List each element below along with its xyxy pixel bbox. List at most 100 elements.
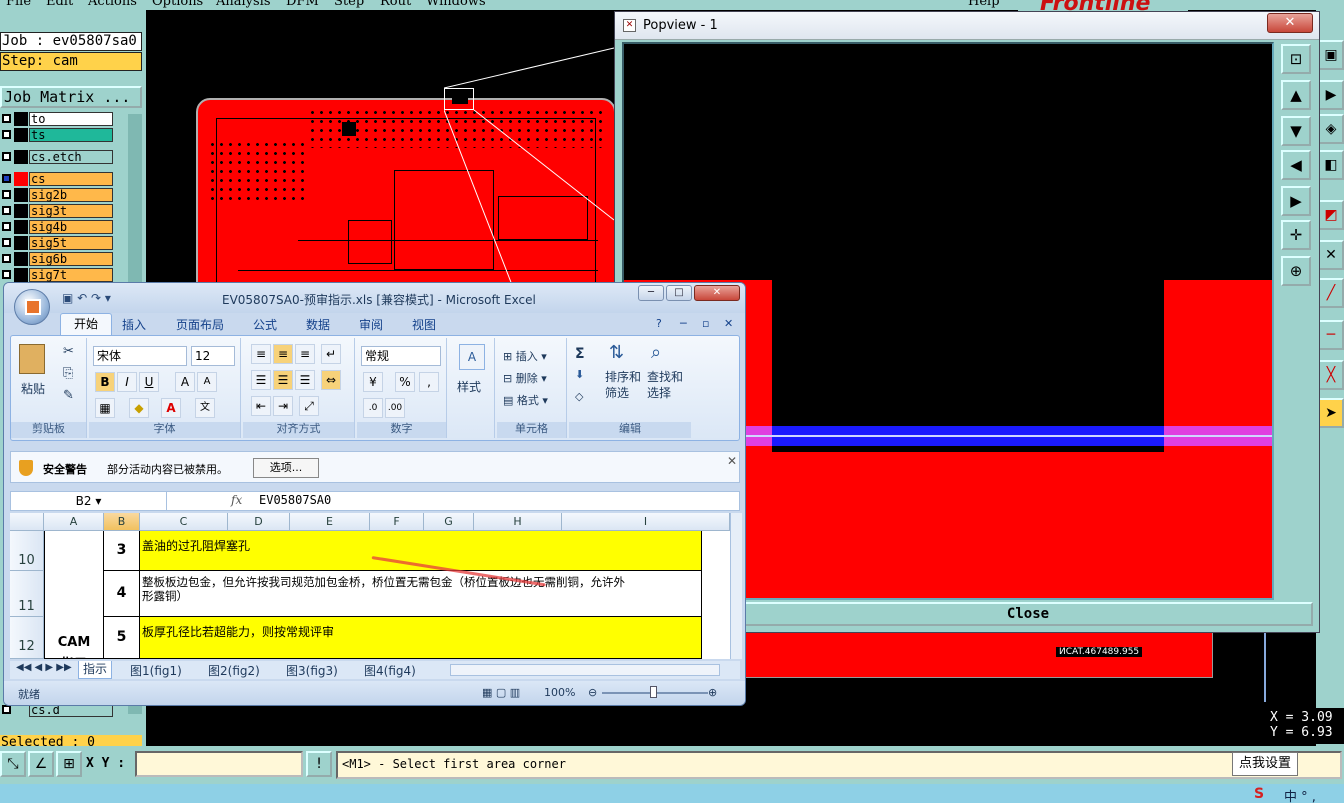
copy-icon[interactable]: ⎘ bbox=[63, 366, 73, 381]
column-header-b[interactable]: B bbox=[104, 513, 140, 531]
sheet-tab[interactable]: 图1(fig1) bbox=[130, 662, 182, 679]
layer-checkbox[interactable] bbox=[2, 174, 11, 183]
layer-name[interactable]: sig3t bbox=[29, 204, 113, 218]
popview-titlebar[interactable]: ✕ Popview - 1 ✕ bbox=[615, 12, 1319, 40]
layer-name[interactable]: cs.etch bbox=[29, 150, 113, 164]
menu-dfm[interactable]: DFM bbox=[286, 0, 319, 9]
shrink-font-button[interactable]: A bbox=[197, 372, 217, 392]
layer-color-swatch[interactable] bbox=[14, 172, 28, 186]
fx-icon[interactable]: fx bbox=[231, 493, 242, 507]
layer-color-swatch[interactable] bbox=[14, 268, 28, 282]
step-field[interactable]: Step: cam bbox=[0, 52, 142, 71]
cam-instruction-cell[interactable]: CAM 指示 bbox=[44, 531, 104, 659]
zoom-in-icon[interactable]: ⊕ bbox=[708, 686, 717, 699]
close-button[interactable]: ✕ bbox=[694, 285, 740, 301]
layer-name[interactable]: sig6b bbox=[29, 252, 113, 266]
zoom-home-icon[interactable]: ⊡ bbox=[1281, 44, 1311, 74]
office-button[interactable] bbox=[14, 289, 50, 325]
zoom-out-icon[interactable]: ⊖ bbox=[588, 686, 597, 699]
layer-checkbox[interactable] bbox=[2, 114, 11, 123]
pan-left-icon[interactable]: ◀ bbox=[1281, 150, 1311, 180]
tab-page-layout[interactable]: 页面布局 bbox=[176, 316, 224, 333]
instruction-cell[interactable]: 板厚孔径比若超能力，则按常规评审 bbox=[140, 617, 702, 659]
popview-close-x[interactable]: ✕ bbox=[1267, 13, 1313, 33]
row-header-10[interactable]: 10 bbox=[10, 531, 44, 571]
layer-color-swatch[interactable] bbox=[14, 204, 28, 218]
layer-row[interactable]: sig3t bbox=[0, 204, 144, 218]
italic-button[interactable]: I bbox=[117, 372, 137, 392]
tool-icon-1[interactable]: ▣ bbox=[1318, 40, 1344, 70]
menu-file[interactable]: File bbox=[6, 0, 31, 9]
format-painter-icon[interactable]: ✎ bbox=[63, 388, 74, 403]
view-buttons[interactable]: ▦ ▢ ▥ bbox=[482, 686, 520, 699]
sheet-tab[interactable]: 图2(fig2) bbox=[208, 662, 260, 679]
row-header-12[interactable]: 12 bbox=[10, 617, 44, 659]
align-bottom-icon[interactable]: ≡ bbox=[295, 344, 315, 364]
column-header-i[interactable]: I bbox=[562, 513, 730, 531]
underline-button[interactable]: U bbox=[139, 372, 159, 392]
delete-cells-button[interactable]: ⊟ 删除 ▾ bbox=[503, 370, 547, 386]
layer-name[interactable]: sig7t bbox=[29, 268, 113, 282]
layer-checkbox[interactable] bbox=[2, 270, 11, 279]
align-right-icon[interactable]: ☰ bbox=[295, 370, 315, 390]
ribbon-restore-icon[interactable]: ▫ bbox=[702, 317, 709, 330]
menu-actions[interactable]: Actions bbox=[88, 0, 137, 9]
layer-name[interactable]: ts bbox=[29, 128, 113, 142]
minimize-button[interactable]: ─ bbox=[638, 285, 664, 301]
layer-checkbox[interactable] bbox=[2, 705, 11, 714]
alert-icon[interactable]: ! bbox=[306, 751, 332, 777]
layer-checkbox[interactable] bbox=[2, 152, 11, 161]
fill-icon[interactable]: ⬇ bbox=[575, 368, 584, 381]
layer-color-swatch[interactable] bbox=[14, 150, 28, 164]
pan-down-icon[interactable]: ▼ bbox=[1281, 116, 1311, 146]
layer-row[interactable]: cs.etch bbox=[0, 150, 144, 164]
row-header-11[interactable]: 11 bbox=[10, 571, 44, 617]
align-top-icon[interactable]: ≡ bbox=[251, 344, 271, 364]
worksheet-grid[interactable]: A B C D E F G H I 10 11 12 CAM 指示 3 盖油的过… bbox=[10, 513, 730, 659]
sheet-tab[interactable]: 图3(fig3) bbox=[286, 662, 338, 679]
maximize-button[interactable]: □ bbox=[666, 285, 692, 301]
menu-edit[interactable]: Edit bbox=[46, 0, 73, 9]
find-select-label[interactable]: 查找和 bbox=[647, 368, 683, 385]
font-color-icon[interactable]: A bbox=[161, 398, 181, 418]
sheet-tab[interactable]: 图4(fig4) bbox=[364, 662, 416, 679]
phonetic-icon[interactable]: 文 bbox=[195, 398, 215, 418]
menu-options[interactable]: Options bbox=[152, 0, 203, 9]
column-header-a[interactable]: A bbox=[44, 513, 104, 531]
layer-row[interactable]: sig7t bbox=[0, 268, 144, 282]
sort-filter-label[interactable]: 排序和 bbox=[605, 368, 641, 385]
increase-decimal-icon[interactable]: .0 bbox=[363, 398, 383, 418]
layer-checkbox[interactable] bbox=[2, 222, 11, 231]
autosum-icon[interactable]: Σ bbox=[575, 346, 585, 362]
layer-row[interactable]: sig6b bbox=[0, 252, 144, 266]
zoom-out-icon[interactable]: ⊕ bbox=[1281, 256, 1311, 286]
layer-checkbox[interactable] bbox=[2, 238, 11, 247]
ribbon-close-icon[interactable]: ✕ bbox=[724, 317, 733, 330]
tab-view[interactable]: 视图 bbox=[412, 316, 436, 333]
tab-data[interactable]: 数据 bbox=[306, 316, 330, 333]
select-all-corner[interactable] bbox=[10, 513, 44, 531]
tool-icon-4[interactable]: ◧ bbox=[1318, 150, 1344, 180]
tab-insert[interactable]: 插入 bbox=[122, 316, 146, 333]
styles-label[interactable]: 样式 bbox=[457, 378, 481, 395]
column-header-d[interactable]: D bbox=[228, 513, 290, 531]
security-options-button[interactable]: 选项... bbox=[253, 458, 319, 478]
increase-indent-icon[interactable]: ⇥ bbox=[273, 396, 293, 416]
layer-row[interactable]: sig4b bbox=[0, 220, 144, 234]
clear-icon[interactable]: ◇ bbox=[575, 390, 583, 403]
menu-step[interactable]: Step bbox=[334, 0, 364, 9]
align-center-icon[interactable]: ☰ bbox=[273, 370, 293, 390]
paste-label[interactable]: 粘贴 bbox=[21, 380, 45, 397]
ribbon-minimize-icon[interactable]: ─ bbox=[680, 317, 687, 330]
layer-row[interactable]: to bbox=[0, 112, 144, 126]
item-number-cell[interactable]: 3 bbox=[104, 531, 140, 571]
sort-filter-label-2[interactable]: 筛选 bbox=[605, 384, 629, 401]
layer-color-swatch[interactable] bbox=[14, 188, 28, 202]
sheet-tab-active[interactable]: 指示 bbox=[78, 661, 113, 679]
fill-color-icon[interactable]: ◆ bbox=[129, 398, 149, 418]
font-name-select[interactable]: 宋体 bbox=[93, 346, 187, 366]
pcb-board-view[interactable] bbox=[196, 98, 616, 308]
layer-color-swatch[interactable] bbox=[14, 220, 28, 234]
layer-checkbox[interactable] bbox=[2, 190, 11, 199]
layer-name[interactable]: sig5t bbox=[29, 236, 113, 250]
